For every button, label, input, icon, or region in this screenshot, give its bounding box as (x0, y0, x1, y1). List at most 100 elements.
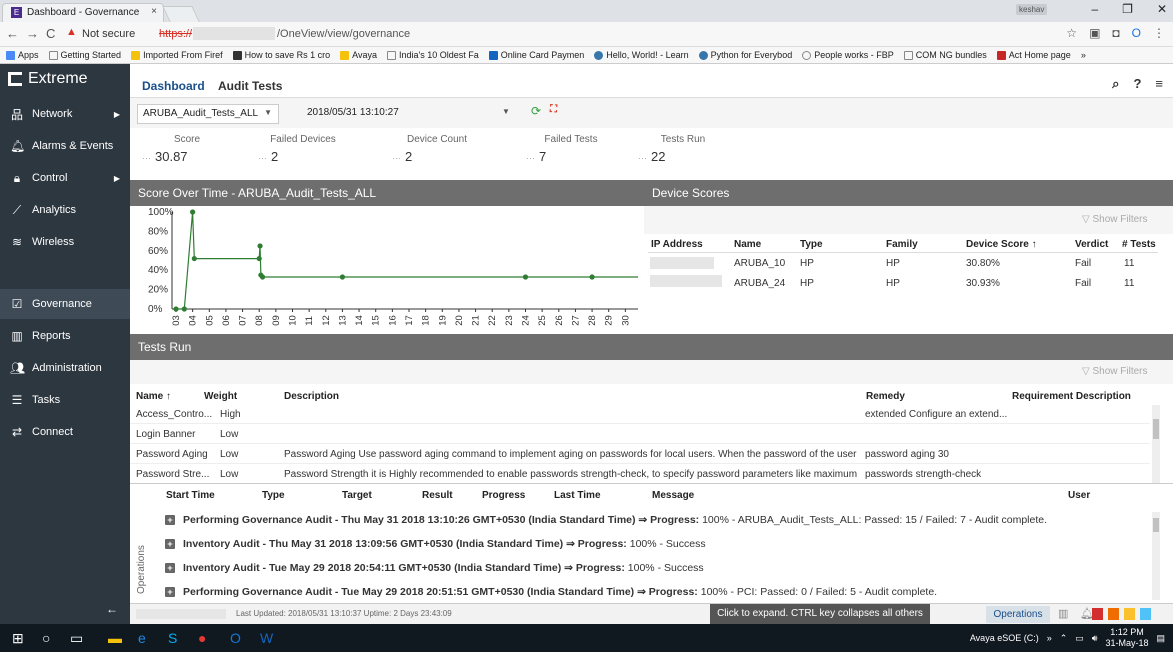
maximize-icon[interactable]: ❐ (1122, 2, 1133, 16)
expand-icon[interactable]: + (165, 515, 175, 525)
ops-col-last-time[interactable]: Last Time (554, 490, 601, 501)
expand-icon[interactable]: + (165, 587, 175, 597)
test-suite-select[interactable]: ARUBA_Audit_Tests_ALL ▼ (137, 104, 279, 124)
outlook-icon[interactable]: O (230, 630, 241, 646)
bookmark-item[interactable]: Getting Started (48, 50, 121, 60)
col-remedy[interactable]: Remedy (866, 391, 905, 402)
device-name[interactable]: ARUBA_10 (734, 258, 785, 269)
operation-row[interactable]: + Performing Governance Audit - Thu May 3… (165, 514, 1047, 526)
reload-icon[interactable]: C (46, 26, 55, 41)
col-weight[interactable]: Weight (204, 391, 237, 402)
operation-row[interactable]: + Inventory Audit - Thu May 31 2018 13:09… (165, 538, 706, 550)
ops-col-type[interactable]: Type (262, 490, 285, 501)
sidebar-item-network[interactable]: 品 Network ▶ (0, 99, 130, 129)
star-icon[interactable]: ☆ (1066, 26, 1077, 40)
table-row[interactable]: Password Stre... Low Password Strength i… (130, 465, 1150, 484)
info-badge[interactable] (1140, 608, 1151, 620)
sidebar-item-connect[interactable]: ⇄ Connect (0, 417, 130, 447)
col-tests[interactable]: # Tests (1122, 239, 1156, 250)
ops-col-message[interactable]: Message (652, 490, 694, 501)
bookmark-item[interactable]: Python for Everybod (698, 50, 792, 60)
tray-overflow-icon[interactable]: » (1047, 633, 1052, 643)
ops-col-progress[interactable]: Progress (482, 490, 525, 501)
col-verdict[interactable]: Verdict (1075, 239, 1108, 250)
col-ip-address[interactable]: IP Address (651, 239, 703, 250)
tray-up-icon[interactable]: ⌃ (1060, 633, 1068, 644)
bookmark-item[interactable]: Imported From Firef (131, 50, 223, 60)
table-row[interactable]: Password Aging Low Password Aging Use pa… (130, 445, 1150, 464)
col-type[interactable]: Type (800, 239, 823, 250)
sidebar-item-governance[interactable]: ☑ Governance (0, 289, 130, 319)
ops-col-result[interactable]: Result (422, 490, 453, 501)
sidebar-item-reports[interactable]: ▥ Reports (0, 321, 130, 351)
expand-icon[interactable]: + (165, 563, 175, 573)
pin-icon[interactable]: ▥ (1058, 607, 1068, 620)
browser-tab[interactable]: E Dashboard - Governance × (2, 3, 164, 22)
windows-start-icon[interactable]: ⊞ (12, 630, 24, 647)
bookmark-item[interactable]: COM NG bundles (903, 50, 987, 60)
task-view-icon[interactable]: ▭ (70, 630, 83, 647)
not-secure-label[interactable]: Not secure (82, 28, 135, 40)
forward-icon[interactable]: → (26, 26, 39, 41)
search-icon[interactable]: ⌕ (1112, 76, 1119, 92)
tab-close-icon[interactable]: × (151, 6, 157, 17)
sidebar-item-administration[interactable]: 👥︎ Administration (0, 353, 130, 383)
clock[interactable]: 1:12 PM 31-May-18 (1105, 627, 1148, 649)
sidebar-item-tasks[interactable]: ☰ Tasks (0, 385, 130, 415)
file-explorer-icon[interactable]: ▬ (108, 630, 122, 646)
operation-row[interactable]: + Performing Governance Audit - Tue May 2… (165, 586, 937, 598)
bookmark-apps[interactable]: Apps (6, 50, 39, 60)
pdf-export-icon[interactable]: ⛶ (550, 104, 566, 122)
new-tab-button[interactable] (162, 6, 200, 22)
refresh-icon[interactable]: ⟳ (531, 104, 547, 122)
scrollbar-thumb[interactable] (1153, 518, 1159, 532)
table-row[interactable]: Login Banner Low (130, 425, 1150, 444)
edge-icon[interactable]: e (138, 630, 146, 646)
sidebar-item-control[interactable]: 🔒︎ Control ▶ (0, 163, 130, 193)
ops-col-user[interactable]: User (1068, 490, 1090, 501)
operations-button[interactable]: Operations (986, 606, 1050, 623)
tray-drive-label[interactable]: Avaya eSOE (C:) (970, 633, 1039, 643)
bookmark-item[interactable]: People works - FBP (802, 50, 894, 60)
extension-icon[interactable]: ▣ (1089, 26, 1100, 40)
warning-badge[interactable] (1124, 608, 1135, 620)
url-path[interactable]: /OneView/view/governance (277, 28, 410, 40)
tests-scrollbar[interactable] (1152, 405, 1160, 483)
scrollbar-thumb[interactable] (1153, 419, 1159, 439)
col-requirement[interactable]: Requirement Description (1012, 391, 1131, 402)
close-window-icon[interactable]: ✕ (1157, 2, 1167, 16)
bookmark-item[interactable]: Online Card Paymen (488, 50, 584, 60)
bookmark-item[interactable]: Act Home page (996, 50, 1071, 60)
sidebar-item-alarms[interactable]: 🔔︎ Alarms & Events (0, 131, 130, 161)
device-show-filters[interactable]: ▽ Show Filters (1082, 214, 1147, 225)
col-name[interactable]: Name (734, 239, 761, 250)
profile-badge[interactable]: keshav (1016, 4, 1048, 15)
bookmark-overflow[interactable]: » (1081, 50, 1086, 60)
col-description[interactable]: Description (284, 391, 339, 402)
col-test-name[interactable]: Name ↑ (136, 391, 171, 402)
ops-col-target[interactable]: Target (342, 490, 372, 501)
notifications-icon[interactable]: ▤ (1156, 633, 1165, 644)
device-name[interactable]: ARUBA_24 (734, 278, 785, 289)
chrome-icon[interactable]: ● (198, 630, 206, 646)
search-circle-icon[interactable]: ○ (42, 630, 50, 646)
error-badge[interactable] (1108, 608, 1119, 620)
skype-icon[interactable]: S (168, 630, 177, 646)
ops-scrollbar[interactable] (1152, 512, 1160, 600)
back-icon[interactable]: ← (6, 26, 19, 41)
bookmark-item[interactable]: Hello, World! - Learn (594, 50, 689, 60)
sidebar-item-wireless[interactable]: ≋ Wireless (0, 227, 130, 257)
collapse-sidebar-icon[interactable]: ← (106, 602, 118, 616)
menu-dots-icon[interactable]: ⋮ (1153, 26, 1165, 40)
hamburger-menu-icon[interactable]: ≡ (1155, 76, 1163, 92)
extension-icon-3[interactable]: O (1132, 26, 1141, 40)
tab-audit-tests[interactable]: Audit Tests (218, 79, 282, 93)
col-family[interactable]: Family (886, 239, 918, 250)
table-row[interactable]: Access_Contro... High extended Configure… (130, 405, 1150, 424)
operation-row[interactable]: + Inventory Audit - Tue May 29 2018 20:54… (165, 562, 704, 574)
col-device-score[interactable]: Device Score ↑ (966, 239, 1037, 250)
tests-show-filters[interactable]: ▽ Show Filters (1082, 366, 1147, 377)
extension-icon-2[interactable]: ◘ (1112, 26, 1119, 40)
bookmark-item[interactable]: Avaya (340, 50, 377, 60)
volume-icon[interactable]: 🔊︎ (1092, 633, 1098, 644)
